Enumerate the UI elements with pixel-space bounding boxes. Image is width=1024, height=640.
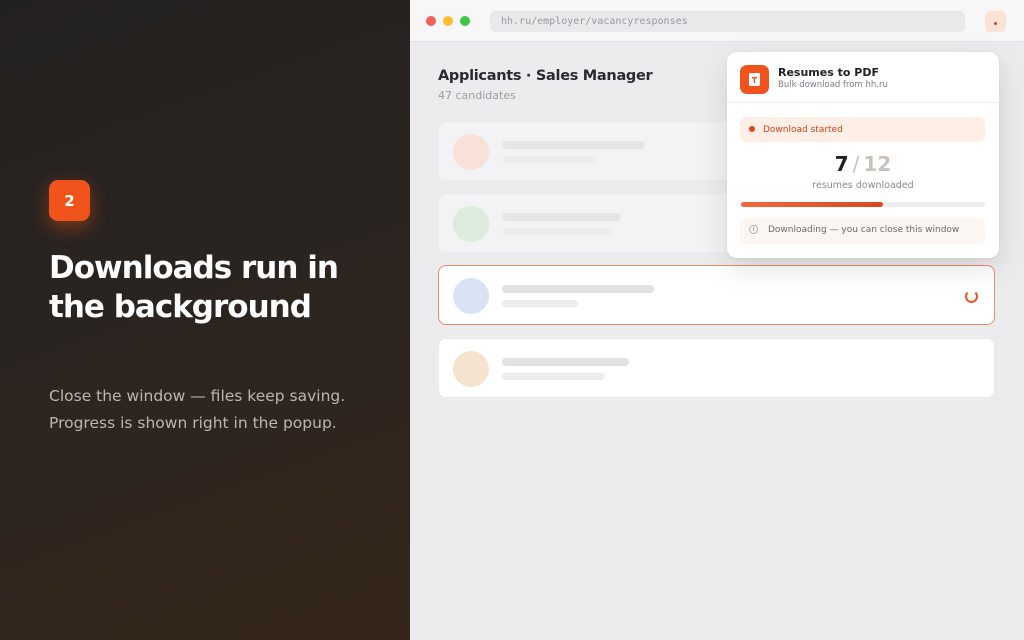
- placeholder-line: [502, 141, 645, 149]
- progress-fill: [741, 202, 883, 207]
- minimize-window-dot[interactable]: [443, 16, 453, 26]
- downloaded-count: 7: [834, 152, 849, 176]
- maximize-window-dot[interactable]: [460, 16, 470, 26]
- popup-title: Resumes to PDF: [778, 66, 879, 79]
- step-badge: 2: [49, 180, 90, 221]
- extension-popup: Resumes to PDF Bulk download from hh.ru …: [727, 52, 999, 258]
- popup-subtitle: Bulk download from hh.ru: [778, 80, 888, 90]
- candidate-card[interactable]: [438, 338, 995, 398]
- avatar: [453, 206, 489, 242]
- status-text: Download started: [763, 125, 843, 135]
- status-badge: Download started: [740, 117, 985, 142]
- loading-spinner-icon: [965, 290, 978, 303]
- candidate-card-downloading[interactable]: [438, 265, 995, 325]
- pdf-file-icon: [740, 65, 769, 94]
- placeholder-line: [502, 228, 614, 235]
- extension-icon[interactable]: [985, 11, 1006, 32]
- download-counter: 7/12: [834, 152, 892, 176]
- total-count: 12: [863, 152, 892, 176]
- counter-label: resumes downloaded: [812, 180, 914, 191]
- promo-panel: 2 Downloads run in the background Close …: [0, 0, 410, 640]
- avatar: [453, 278, 489, 314]
- placeholder-line: [502, 156, 598, 163]
- browser-window: hh.ru/employer/vacancyresponses Applican…: [410, 0, 1024, 640]
- progress-bar: [741, 202, 985, 207]
- placeholder-line: [502, 285, 654, 293]
- popup-header: Resumes to PDF Bulk download from hh.ru: [727, 52, 999, 103]
- avatar: [453, 351, 489, 387]
- placeholder-line: [502, 373, 605, 380]
- info-text: Downloading — you can close this window: [768, 225, 960, 235]
- avatar: [453, 134, 489, 170]
- browser-titlebar: hh.ru/employer/vacancyresponses: [410, 0, 1024, 42]
- placeholder-line: [502, 213, 621, 221]
- page-title: Applicants · Sales Manager: [438, 68, 653, 84]
- promo-headline: Downloads run in the background: [49, 250, 339, 325]
- close-window-dot[interactable]: [426, 16, 436, 26]
- placeholder-line: [502, 358, 629, 366]
- info-notice: Downloading — you can close this window: [740, 218, 985, 244]
- address-bar[interactable]: hh.ru/employer/vacancyresponses: [490, 11, 965, 32]
- status-dot-icon: [749, 126, 755, 132]
- candidate-count: 47 candidates: [438, 89, 516, 102]
- placeholder-line: [502, 300, 578, 307]
- promo-subtext: Close the window — files keep saving. Pr…: [49, 387, 346, 432]
- clock-icon: [749, 225, 758, 234]
